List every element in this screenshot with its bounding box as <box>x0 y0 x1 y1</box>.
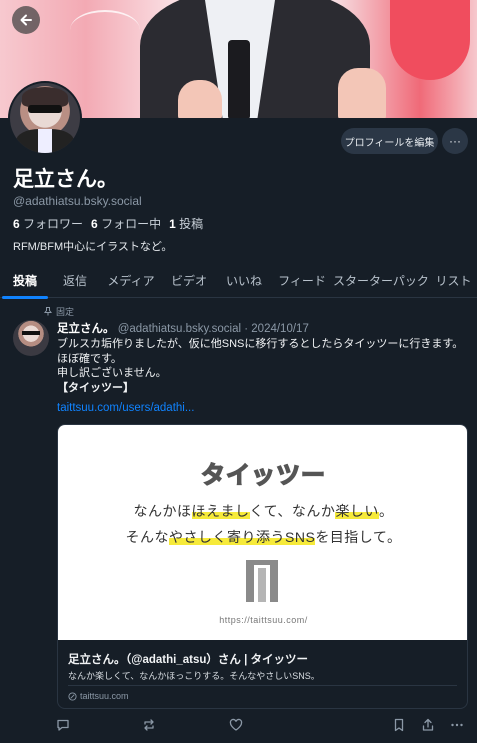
banner-hand-left <box>178 80 222 118</box>
back-arrow-icon <box>20 14 32 26</box>
repost-icon <box>144 719 154 731</box>
profile-handle: @adathiatsu.bsky.social <box>13 194 142 208</box>
following-label: フォロー中 <box>101 217 162 231</box>
globe-icon <box>68 691 77 701</box>
following-stat[interactable]: 6 フォロー中 <box>91 215 161 232</box>
posts-stat: 1 投稿 <box>169 215 203 232</box>
tab-posts[interactable]: 投稿 <box>0 262 50 299</box>
taittsuu-mark-icon <box>246 560 278 602</box>
post-author-avatar[interactable] <box>13 320 49 356</box>
reply-button[interactable] <box>55 717 71 733</box>
banner-heart <box>390 0 470 80</box>
profile-stats: 6 フォロワー 6 フォロー中 1 投稿 <box>13 215 203 232</box>
share-icon <box>422 718 434 731</box>
tagline-text: 。 <box>378 503 394 519</box>
avatar-image <box>10 83 80 153</box>
followers-label: フォロワー <box>23 217 84 231</box>
tab-feeds[interactable]: フィード <box>272 262 332 298</box>
tab-lists[interactable]: リスト <box>430 262 477 298</box>
link-embed-card[interactable]: タイッツー なんかほほえましくて、なんか楽しい。 そんなやさしく寄り添うSNSを… <box>57 424 468 709</box>
repost-button[interactable] <box>141 717 157 733</box>
profile-display-name: 足立さん。 <box>13 168 118 191</box>
embed-description: なんか楽しくて、なんかほっこりする。そんなやさしいSNS。 <box>68 671 320 681</box>
post-author-name[interactable]: 足立さん。 <box>57 323 115 335</box>
embed-divider <box>68 685 457 686</box>
more-dots-icon <box>451 723 463 727</box>
pinned-label: 固定 <box>56 307 75 317</box>
profile-more-button[interactable]: ··· <box>442 128 468 154</box>
post-text-line: 申し訳ございません。 <box>57 367 167 379</box>
tagline-text: を目指して。 <box>315 529 402 545</box>
posts-label: 投稿 <box>179 217 204 231</box>
following-count: 6 <box>91 217 98 231</box>
tab-starter-packs[interactable]: スターターパック <box>332 262 430 298</box>
post-date[interactable]: 2024/10/17 <box>251 323 309 335</box>
pinned-indicator: 固定 <box>44 305 74 318</box>
banner-tie <box>228 40 250 118</box>
post-header: 足立さん。 @adathiatsu.bsky.social · 2024/10/… <box>57 320 309 336</box>
tagline-text: くて、なんか <box>249 503 336 519</box>
post-text-line: ブルスカ垢作りましたが、仮に他SNSに移行するとしたらタイッツーに行きます。 <box>57 338 464 350</box>
like-button[interactable] <box>228 717 244 733</box>
post-more-button[interactable] <box>449 717 465 733</box>
back-button[interactable] <box>12 6 40 34</box>
post-text: ブルスカ垢作りましたが、仮に他SNSに移行するとしたらタイッツーに行きます。 ほ… <box>57 337 467 395</box>
tab-likes[interactable]: いいね <box>216 262 272 298</box>
banner-script-decoration <box>70 10 140 50</box>
profile-tabs: 投稿 返信 メディア ビデオ いいね フィード スターターパック リスト <box>0 262 477 299</box>
post-text-line: ほぼ確です。 <box>57 352 122 365</box>
edit-profile-button[interactable]: プロフィールを編集 <box>341 128 438 154</box>
embed-thumbnail: タイッツー なんかほほえましくて、なんか楽しい。 そんなやさしく寄り添うSNSを… <box>58 425 467 640</box>
embed-title: 足立さん。（@adathi_atsu）さん | タイッツー <box>68 654 308 666</box>
profile-bio: RFM/BFM中心にイラストなど。 <box>13 241 173 253</box>
embed-domain: taittsuu.com <box>68 691 129 701</box>
tagline-highlight: ほえまし <box>191 503 250 519</box>
posts-count: 1 <box>169 217 176 231</box>
bookmark-icon <box>394 718 404 732</box>
tab-replies[interactable]: 返信 <box>50 262 100 298</box>
embed-tagline-1: なんかほほえましくて、なんか楽しい。 <box>58 501 467 521</box>
tab-media[interactable]: メディア <box>100 262 162 298</box>
profile-avatar[interactable] <box>8 81 82 155</box>
tagline-text: なんかほ <box>133 503 192 519</box>
embed-logo-text: タイッツー <box>200 461 326 490</box>
post-separator: · <box>244 323 249 335</box>
tagline-highlight: 楽しい <box>335 503 379 519</box>
avatar-glasses <box>28 105 62 113</box>
tab-videos[interactable]: ビデオ <box>162 262 216 298</box>
tagline-highlight: やさしく寄り添うSNS <box>169 529 316 545</box>
post-avatar-glasses <box>22 331 40 335</box>
profile-page: プロフィールを編集 ··· 足立さん。 @adathiatsu.bsky.soc… <box>0 0 477 743</box>
avatar-shirt <box>38 129 52 153</box>
embed-image-url: https://taittsuu.com/ <box>219 615 308 625</box>
post-text-line: 【タイッツー】 <box>57 381 134 394</box>
pin-icon <box>44 307 52 316</box>
followers-count: 6 <box>13 217 20 231</box>
embed-tagline-2: そんなやさしく寄り添うSNSを目指して。 <box>58 527 467 547</box>
post-link[interactable]: taittsuu.com/users/adathi... <box>57 402 194 414</box>
bookmark-button[interactable] <box>391 717 407 733</box>
post-author-handle[interactable]: @adathiatsu.bsky.social <box>118 323 241 335</box>
like-icon <box>229 718 243 731</box>
banner-hand-right <box>338 68 386 118</box>
followers-stat[interactable]: 6 フォロワー <box>13 215 83 232</box>
embed-domain-text: taittsuu.com <box>80 691 129 701</box>
tagline-text: そんな <box>125 529 170 545</box>
reply-icon <box>57 719 69 731</box>
avatar-hair <box>22 87 68 107</box>
share-button[interactable] <box>420 717 436 733</box>
